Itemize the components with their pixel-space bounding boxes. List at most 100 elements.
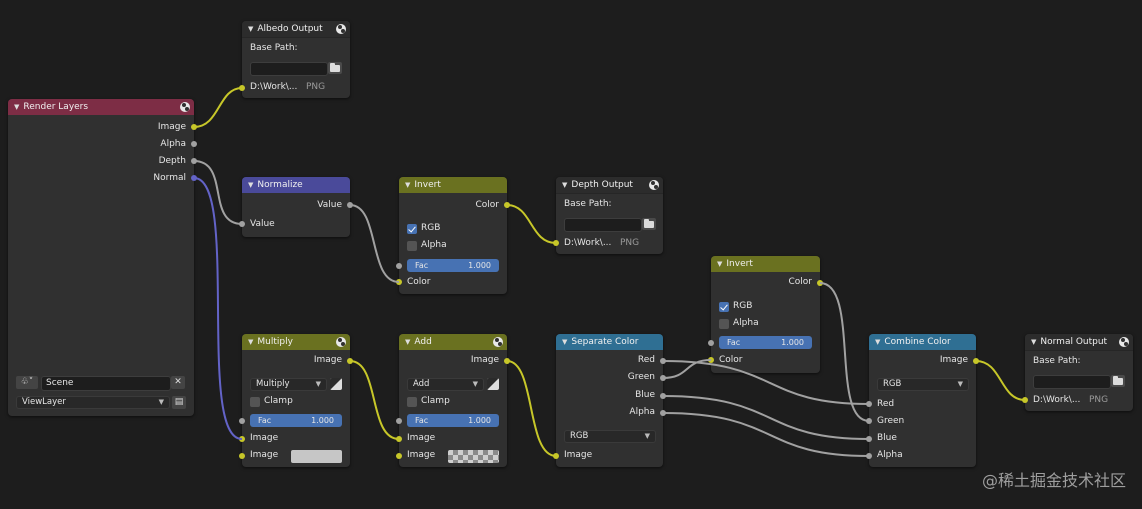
- depth-output-header[interactable]: ▼ Depth Output: [556, 177, 663, 194]
- render-layers-node[interactable]: ▼ Render Layers Image Alpha Depth Normal…: [8, 99, 197, 416]
- blend-mode-dropdown[interactable]: Multiply ▼: [250, 378, 327, 391]
- multiply-node[interactable]: ▼ Multiply Image Multiply ▼ Clamp Fac 1.…: [239, 334, 353, 467]
- albedo-output-header[interactable]: ▼ Albedo Output: [242, 21, 350, 38]
- socket-normal-out[interactable]: [191, 175, 197, 181]
- node-preview-icon[interactable]: [180, 102, 190, 112]
- invert-header[interactable]: ▼ Invert: [399, 177, 507, 193]
- alpha-checkbox[interactable]: [719, 319, 729, 329]
- node-preview-icon[interactable]: [493, 337, 503, 347]
- socket-image-in[interactable]: [553, 453, 559, 459]
- socket-image-out[interactable]: [504, 358, 510, 364]
- alpha-checkbox[interactable]: [407, 241, 417, 251]
- socket-image-out[interactable]: [347, 358, 353, 364]
- socket-image-in-2[interactable]: [239, 453, 245, 459]
- socket-color-in[interactable]: [396, 279, 402, 285]
- node-preview-icon[interactable]: [649, 180, 659, 190]
- combine-color-header[interactable]: ▼ Combine Color: [869, 334, 976, 350]
- socket-fac-in[interactable]: [396, 263, 402, 269]
- add-node[interactable]: ▼ Add Image Add ▼ Clamp Fac 1.000 Image …: [396, 334, 510, 467]
- normalize-header[interactable]: ▼ Normalize: [242, 177, 350, 193]
- blend-mode-dropdown[interactable]: Add ▼: [407, 378, 484, 391]
- socket-blue-out[interactable]: [660, 393, 666, 399]
- socket-green-out[interactable]: [660, 375, 666, 381]
- socket-image-out[interactable]: [973, 358, 979, 364]
- socket-value-out[interactable]: [347, 202, 353, 208]
- normal-output-node[interactable]: ▼ Normal Output Base Path: D:\Work\... P…: [1022, 334, 1133, 411]
- folder-icon[interactable]: ▤: [172, 396, 186, 409]
- socket-green-in[interactable]: [866, 418, 872, 424]
- rgb-checkbox[interactable]: [407, 224, 417, 234]
- color-mode-dropdown[interactable]: RGB ▼: [564, 430, 656, 443]
- invert-node-2[interactable]: ▼ Invert Color RGB Alpha Fac 1.000 Color: [708, 256, 823, 373]
- socket-color-out[interactable]: [817, 280, 823, 286]
- socket-red-in[interactable]: [866, 401, 872, 407]
- add-header[interactable]: ▼ Add: [399, 334, 507, 350]
- collapse-chevron-icon[interactable]: ▼: [717, 260, 722, 268]
- base-path-input[interactable]: [1033, 375, 1111, 389]
- socket-blue-in[interactable]: [866, 436, 872, 442]
- base-path-input[interactable]: [564, 218, 642, 232]
- separate-color-node[interactable]: ▼ Separate Color Red Green Blue Alpha RG…: [553, 334, 666, 467]
- collapse-chevron-icon[interactable]: ▼: [248, 25, 253, 33]
- depth-output-node[interactable]: ▼ Depth Output Base Path: D:\Work\... PN…: [553, 177, 663, 254]
- collapse-chevron-icon[interactable]: ▼: [875, 338, 880, 346]
- color-swatch[interactable]: [448, 450, 499, 463]
- socket-image-in-1[interactable]: [239, 436, 245, 442]
- socket-color-in[interactable]: [708, 357, 714, 363]
- collapse-chevron-icon[interactable]: ▼: [248, 338, 253, 346]
- separate-color-header[interactable]: ▼ Separate Color: [556, 334, 663, 350]
- node-preview-icon[interactable]: [1119, 337, 1129, 347]
- collapse-chevron-icon[interactable]: ▼: [405, 338, 410, 346]
- collapse-chevron-icon[interactable]: ▼: [14, 103, 19, 111]
- socket-fac-in[interactable]: [708, 340, 714, 346]
- collapse-chevron-icon[interactable]: ▼: [248, 181, 253, 189]
- collapse-chevron-icon[interactable]: ▼: [1031, 338, 1036, 346]
- clamp-checkbox[interactable]: [407, 397, 417, 407]
- socket-image-in-2[interactable]: [396, 453, 402, 459]
- collapse-chevron-icon[interactable]: ▼: [562, 338, 567, 346]
- node-preview-icon[interactable]: [336, 24, 346, 34]
- base-path-input[interactable]: [250, 62, 328, 76]
- collapse-chevron-icon[interactable]: ▼: [405, 181, 410, 189]
- socket-alpha-out[interactable]: [660, 410, 666, 416]
- scene-selector-icon[interactable]: ♧˅: [16, 376, 38, 389]
- folder-icon[interactable]: [328, 62, 342, 74]
- view-layer-dropdown[interactable]: ViewLayer ▼: [16, 396, 170, 409]
- multiply-header[interactable]: ▼ Multiply: [242, 334, 350, 350]
- folder-icon[interactable]: [642, 218, 656, 230]
- socket-color-out[interactable]: [504, 202, 510, 208]
- collapse-chevron-icon[interactable]: ▼: [562, 181, 567, 189]
- normalize-node[interactable]: ▼ Normalize Value Value: [239, 177, 353, 237]
- invert-node-1[interactable]: ▼ Invert Color RGB Alpha Fac 1.000 Color: [396, 177, 510, 294]
- node-preview-icon[interactable]: [336, 337, 346, 347]
- socket-alpha-out[interactable]: [191, 141, 197, 147]
- scene-field[interactable]: Scene: [41, 376, 171, 391]
- use-alpha-icon[interactable]: [330, 378, 342, 390]
- render-layers-header[interactable]: ▼ Render Layers: [8, 99, 194, 115]
- socket-value-in[interactable]: [239, 221, 245, 227]
- socket-image-in[interactable]: [1022, 397, 1028, 403]
- use-alpha-icon[interactable]: [487, 378, 499, 390]
- fac-slider[interactable]: Fac 1.000: [250, 414, 342, 427]
- socket-depth-out[interactable]: [191, 158, 197, 164]
- socket-fac-in[interactable]: [396, 418, 402, 424]
- combine-color-node[interactable]: ▼ Combine Color Image RGB ▼ Red Green Bl…: [866, 334, 979, 467]
- clamp-checkbox[interactable]: [250, 397, 260, 407]
- invert-header[interactable]: ▼ Invert: [711, 256, 820, 272]
- socket-alpha-in[interactable]: [866, 453, 872, 459]
- socket-red-out[interactable]: [660, 358, 666, 364]
- socket-image-out[interactable]: [191, 124, 197, 130]
- color-swatch[interactable]: [291, 450, 342, 463]
- albedo-output-node[interactable]: ▼ Albedo Output Base Path: D:\Work\... P…: [239, 21, 350, 98]
- close-icon[interactable]: ✕: [171, 376, 185, 389]
- socket-fac-in[interactable]: [239, 418, 245, 424]
- folder-icon[interactable]: [1111, 375, 1125, 387]
- fac-slider[interactable]: Fac 1.000: [407, 414, 499, 427]
- fac-slider[interactable]: Fac 1.000: [407, 259, 499, 272]
- normal-output-header[interactable]: ▼ Normal Output: [1025, 334, 1133, 351]
- socket-image-in[interactable]: [553, 240, 559, 246]
- socket-image-in[interactable]: [239, 85, 245, 91]
- color-mode-dropdown[interactable]: RGB ▼: [877, 378, 969, 391]
- fac-slider[interactable]: Fac 1.000: [719, 336, 812, 349]
- rgb-checkbox[interactable]: [719, 302, 729, 312]
